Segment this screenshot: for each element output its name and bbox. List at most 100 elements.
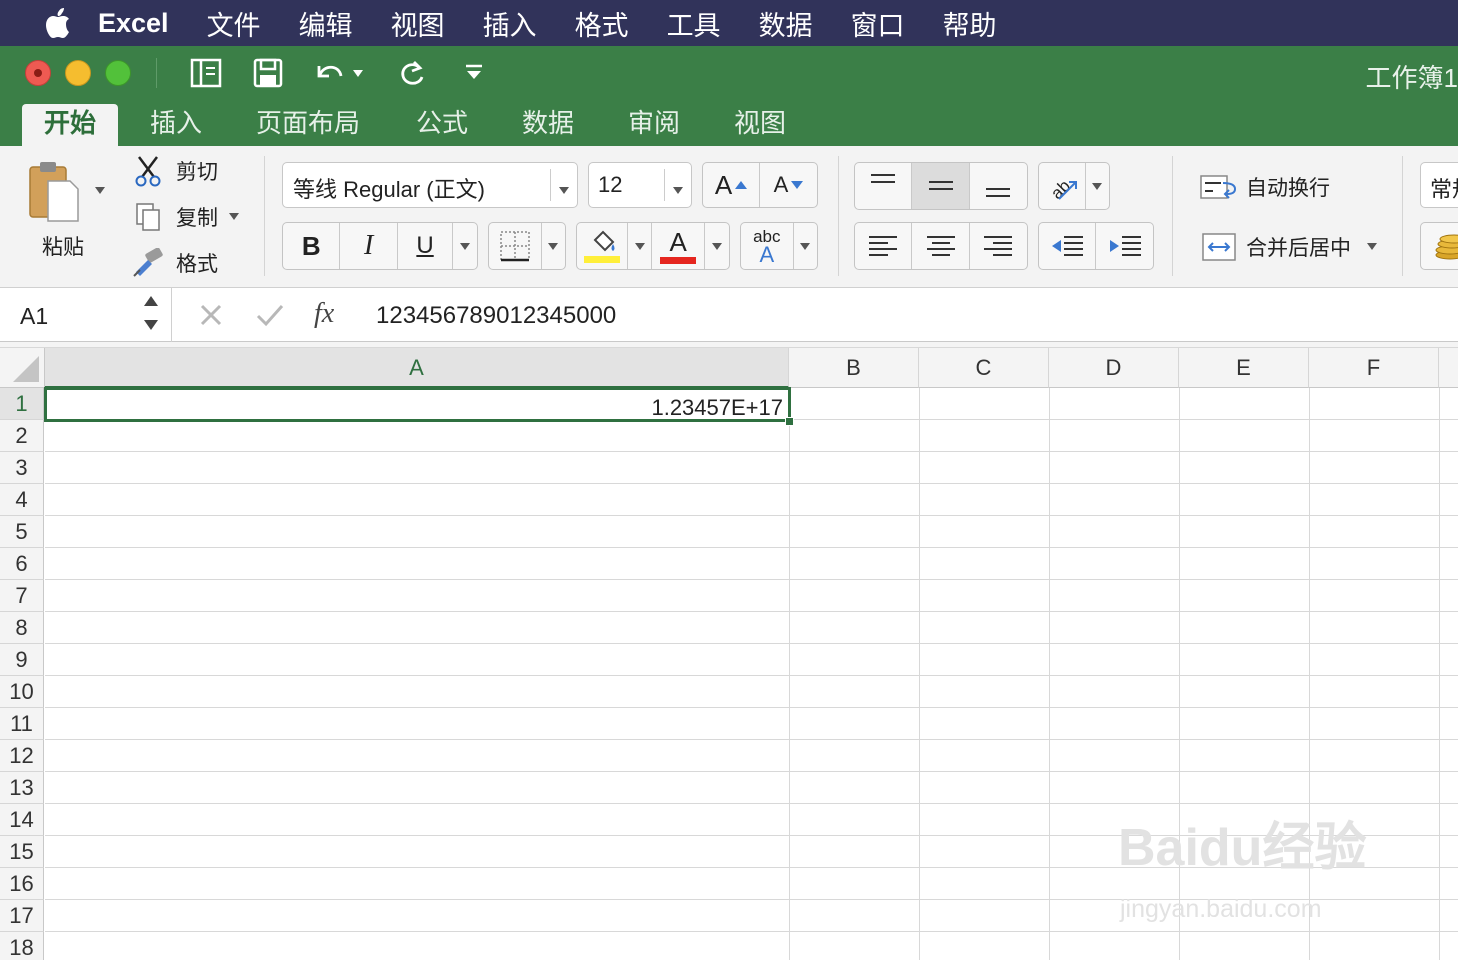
row-header-9[interactable]: 9 xyxy=(0,644,44,676)
cut-label[interactable]: 剪切 xyxy=(172,156,222,186)
row-header-15[interactable]: 15 xyxy=(0,836,44,868)
scissors-icon[interactable] xyxy=(130,154,166,188)
column-header-d[interactable]: D xyxy=(1049,348,1179,388)
underline-dropdown-icon[interactable] xyxy=(453,223,477,269)
row-header-1[interactable]: 1 xyxy=(0,388,44,420)
align-left-button[interactable] xyxy=(855,223,913,269)
borders-icon[interactable] xyxy=(489,223,542,269)
tab-insert[interactable]: 插入 xyxy=(128,104,224,146)
column-header-b[interactable]: B xyxy=(789,348,919,388)
menu-window[interactable]: 窗口 xyxy=(851,4,905,43)
column-header-e[interactable]: E xyxy=(1179,348,1309,388)
row-header-16[interactable]: 16 xyxy=(0,868,44,900)
row-header-2[interactable]: 2 xyxy=(0,420,44,452)
minimize-window-button[interactable] xyxy=(65,60,91,86)
underline-button[interactable]: U xyxy=(398,223,454,269)
row-header-4[interactable]: 4 xyxy=(0,484,44,516)
currency-format-button[interactable] xyxy=(1420,222,1458,270)
orientation-icon[interactable]: ab xyxy=(1039,163,1086,209)
row-header-11[interactable]: 11 xyxy=(0,708,44,740)
bold-button[interactable]: B xyxy=(283,223,341,269)
row-header-7[interactable]: 7 xyxy=(0,580,44,612)
save-icon[interactable] xyxy=(250,56,286,90)
apple-logo-icon[interactable] xyxy=(40,5,76,41)
row-header-10[interactable]: 10 xyxy=(0,676,44,708)
name-box[interactable]: A1 xyxy=(0,288,172,342)
zoom-window-button[interactable] xyxy=(105,60,131,86)
decrease-indent-button[interactable] xyxy=(1039,223,1097,269)
fill-color-button[interactable] xyxy=(577,223,629,269)
name-box-down-icon[interactable] xyxy=(144,320,158,330)
row-header-5[interactable]: 5 xyxy=(0,516,44,548)
font-size-dropdown[interactable]: 12 xyxy=(588,162,692,208)
copy-label[interactable]: 复制 xyxy=(172,202,222,232)
menu-view[interactable]: 视图 xyxy=(391,4,445,43)
cancel-entry-icon[interactable] xyxy=(196,300,226,335)
paste-icon[interactable] xyxy=(24,158,84,224)
copy-dropdown-icon[interactable] xyxy=(226,208,242,224)
select-all-corner[interactable] xyxy=(0,348,45,388)
tab-review[interactable]: 审阅 xyxy=(606,104,702,146)
tab-home[interactable]: 开始 xyxy=(22,104,119,146)
name-box-up-icon[interactable] xyxy=(144,296,158,306)
wrap-text-label[interactable]: 自动换行 xyxy=(1246,172,1336,202)
cell-a1[interactable]: 1.23457E+17 xyxy=(44,387,791,422)
menu-app-name[interactable]: Excel xyxy=(98,8,169,39)
phonetic-button[interactable]: abc A xyxy=(741,223,794,269)
menu-data[interactable]: 数据 xyxy=(759,4,813,43)
row-header-8[interactable]: 8 xyxy=(0,612,44,644)
tab-formulas[interactable]: 公式 xyxy=(394,104,490,146)
format-painter-label[interactable]: 格式 xyxy=(172,248,222,278)
merge-center-dropdown-icon[interactable] xyxy=(1364,238,1380,254)
row-header-12[interactable]: 12 xyxy=(0,740,44,772)
menu-tools[interactable]: 工具 xyxy=(667,4,721,43)
column-header-a[interactable]: A xyxy=(45,348,789,388)
menu-edit[interactable]: 编辑 xyxy=(299,4,353,43)
formula-input[interactable]: 123456789012345000 xyxy=(376,302,616,330)
close-window-button[interactable] xyxy=(25,60,51,86)
undo-icon[interactable] xyxy=(310,56,346,90)
row-header-6[interactable]: 6 xyxy=(0,548,44,580)
sidebar-toggle-icon[interactable] xyxy=(188,56,224,90)
increase-indent-button[interactable] xyxy=(1096,223,1153,269)
menu-format[interactable]: 格式 xyxy=(575,4,629,43)
tab-view[interactable]: 视图 xyxy=(712,104,808,146)
redo-icon[interactable] xyxy=(394,56,430,90)
merge-center-label[interactable]: 合并后居中 xyxy=(1246,232,1358,262)
italic-button[interactable]: I xyxy=(340,223,398,269)
confirm-entry-icon[interactable] xyxy=(254,300,286,335)
fill-handle[interactable] xyxy=(785,417,794,426)
row-header-3[interactable]: 3 xyxy=(0,452,44,484)
align-bottom-button[interactable] xyxy=(970,163,1027,209)
format-painter-icon[interactable] xyxy=(130,246,166,280)
font-color-dropdown-icon[interactable] xyxy=(705,223,729,269)
paste-label[interactable]: 粘贴 xyxy=(30,232,96,260)
align-center-button[interactable] xyxy=(912,223,970,269)
wrap-text-icon[interactable] xyxy=(1198,170,1240,204)
column-header-f[interactable]: F xyxy=(1309,348,1439,388)
align-middle-button[interactable] xyxy=(912,163,970,209)
phonetic-dropdown-icon[interactable] xyxy=(794,223,817,269)
spreadsheet-grid[interactable]: A B C D E F 1 2 3 4 5 6 7 8 9 10 11 12 1… xyxy=(0,342,1458,960)
customize-toolbar-icon[interactable] xyxy=(456,56,492,90)
borders-dropdown-icon[interactable] xyxy=(542,223,565,269)
font-color-button[interactable]: A xyxy=(652,223,706,269)
font-name-dropdown[interactable]: 等线 Regular (正文) xyxy=(282,162,578,208)
align-top-button[interactable] xyxy=(855,163,913,209)
shrink-font-button[interactable]: A xyxy=(760,163,817,207)
tab-data[interactable]: 数据 xyxy=(500,104,596,146)
row-header-18[interactable]: 18 xyxy=(0,932,44,960)
merge-center-icon[interactable] xyxy=(1198,230,1240,264)
row-header-14[interactable]: 14 xyxy=(0,804,44,836)
row-header-13[interactable]: 13 xyxy=(0,772,44,804)
row-header-17[interactable]: 17 xyxy=(0,900,44,932)
menu-help[interactable]: 帮助 xyxy=(943,4,997,43)
grow-font-button[interactable]: A xyxy=(703,163,761,207)
menu-file[interactable]: 文件 xyxy=(207,4,261,43)
column-header-g[interactable] xyxy=(1439,348,1458,388)
number-format-dropdown[interactable]: 常规 xyxy=(1420,162,1458,208)
column-header-c[interactable]: C xyxy=(919,348,1049,388)
orientation-dropdown-icon[interactable] xyxy=(1086,163,1109,209)
copy-icon[interactable] xyxy=(130,200,166,234)
align-right-button[interactable] xyxy=(970,223,1027,269)
